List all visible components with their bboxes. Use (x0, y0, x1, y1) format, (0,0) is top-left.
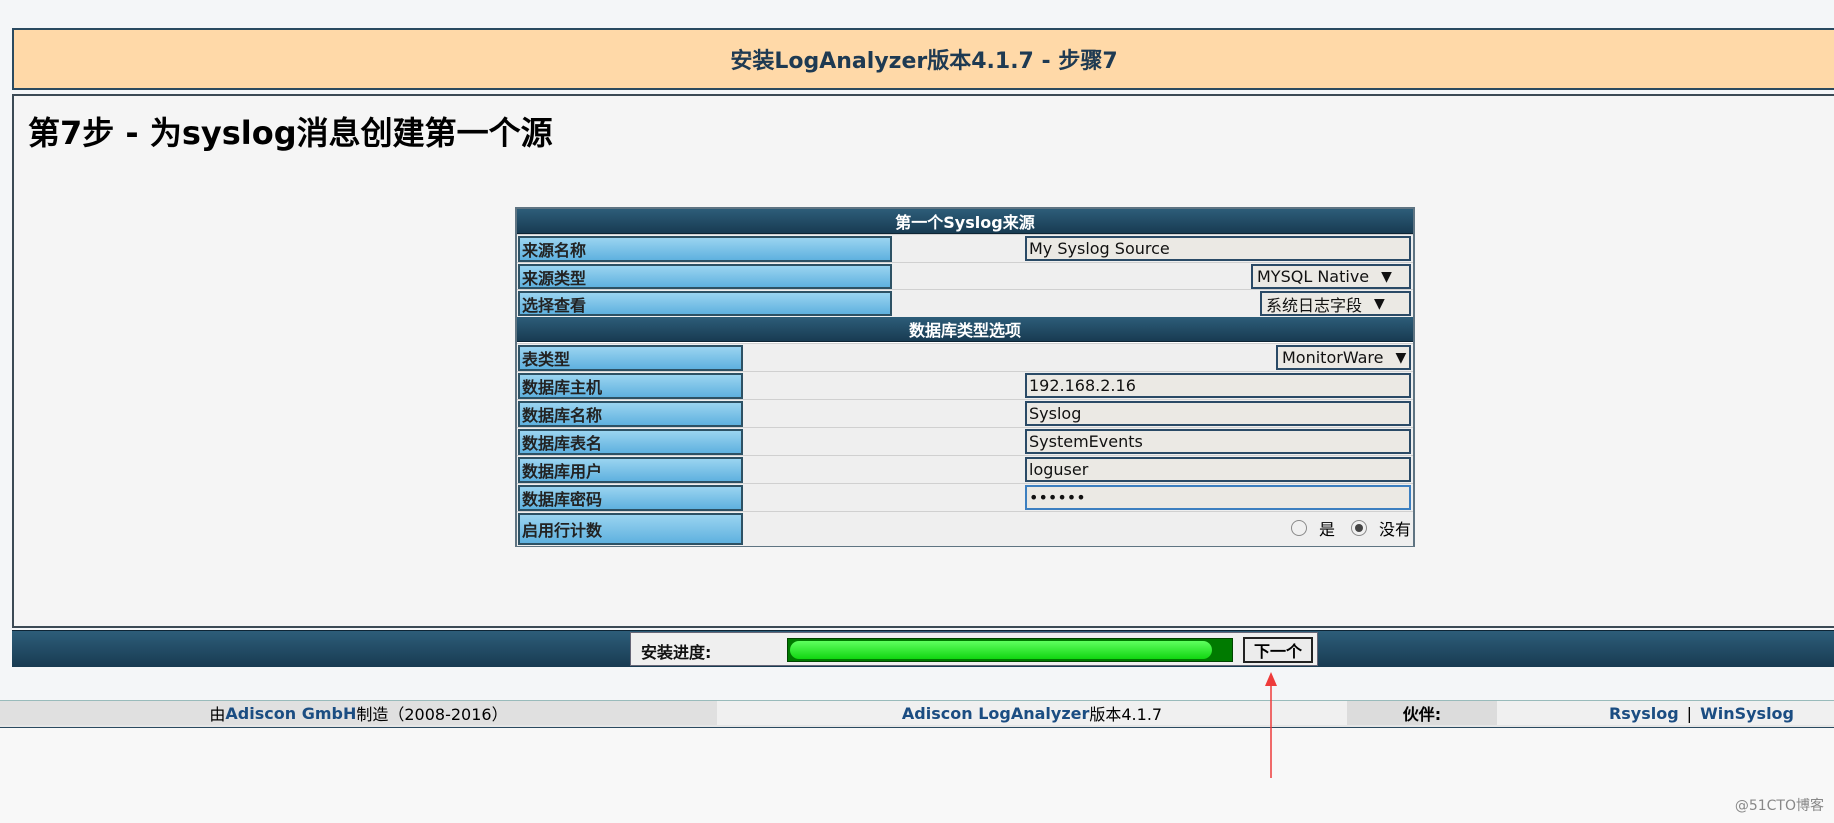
chevron-down-icon: ▼ (1374, 295, 1385, 312)
annotation-arrow-icon (1265, 672, 1277, 778)
label-db-table: 数据库表名 (518, 429, 743, 455)
row-table-type: 表类型 MonitorWare ▼ (517, 343, 1413, 372)
label-table-type: 表类型 (518, 345, 743, 371)
loganalyzer-link[interactable]: Adiscon LogAnalyzer (902, 704, 1089, 723)
section-header-source: 第一个Syslog来源 (517, 209, 1413, 234)
page-header: 安装LogAnalyzer版本4.1.7 - 步骤7 (12, 28, 1834, 90)
chevron-down-icon: ▼ (1395, 349, 1407, 366)
watermark: @51CTO博客 (1734, 798, 1824, 814)
footer-made-by: 由 Adiscon GmbH 制造（2008-2016） (0, 701, 717, 725)
source-type-select[interactable]: MYSQL Native ▼ (1251, 264, 1411, 289)
next-button[interactable]: 下一个 (1243, 637, 1313, 663)
progress-fill (790, 641, 1212, 659)
row-count-options: 是 没有 (1290, 516, 1411, 540)
footer-partners-label: 伙伴: (1347, 701, 1497, 725)
row-row-count: 启用行计数 是 没有 (517, 511, 1413, 546)
source-type-value: MYSQL Native (1257, 267, 1370, 286)
db-name-input[interactable]: Syslog (1025, 401, 1411, 426)
table-type-select[interactable]: MonitorWare ▼ (1276, 345, 1411, 370)
row-select-view: 选择查看 系统日志字段 ▼ (517, 289, 1413, 317)
progress-box: 安装进度: 下一个 (630, 632, 1318, 666)
label-select-view: 选择查看 (518, 291, 892, 316)
footer-made-by-suffix: 制造（2008-2016） (356, 705, 508, 724)
radio-no-label: 没有 (1378, 520, 1411, 539)
footer-product: Adiscon LogAnalyzer 版本4.1.7 (717, 701, 1347, 725)
footer-separator: | (1686, 703, 1693, 723)
label-db-host: 数据库主机 (518, 373, 743, 399)
db-table-input[interactable]: SystemEvents (1025, 429, 1411, 454)
row-db-host: 数据库主机 192.168.2.16 (517, 371, 1413, 400)
radio-yes-label: 是 (1318, 520, 1335, 539)
row-db-table: 数据库表名 SystemEvents (517, 427, 1413, 456)
label-db-user: 数据库用户 (518, 457, 743, 483)
label-row-count: 启用行计数 (518, 513, 743, 545)
winsyslog-link[interactable]: WinSyslog (1700, 704, 1794, 723)
source-name-input[interactable]: My Syslog Source (1025, 236, 1411, 261)
chevron-down-icon: ▼ (1381, 268, 1392, 285)
footer-version: 版本4.1.7 (1089, 705, 1163, 724)
section-header-db: 数据库类型选项 (517, 317, 1413, 342)
footer-made-by-prefix: 由 (209, 705, 226, 724)
db-password-input[interactable]: •••••• (1025, 485, 1411, 510)
row-db-name: 数据库名称 Syslog (517, 399, 1413, 428)
table-type-value: MonitorWare (1282, 348, 1384, 367)
source-form: 第一个Syslog来源 来源名称 My Syslog Source 来源类型 M… (515, 207, 1415, 547)
radio-no[interactable] (1350, 520, 1367, 536)
step-title: 第7步 - 为syslog消息创建第一个源 (28, 114, 553, 152)
progress-track (787, 638, 1233, 662)
rsyslog-link[interactable]: Rsyslog (1609, 704, 1679, 723)
label-source-type: 来源类型 (518, 264, 892, 289)
footer-partners: Rsyslog | WinSyslog (1497, 701, 1834, 725)
adiscon-link[interactable]: Adiscon GmbH (225, 704, 356, 723)
row-db-user: 数据库用户 loguser (517, 455, 1413, 484)
label-db-password: 数据库密码 (518, 485, 743, 511)
view-select[interactable]: 系统日志字段 ▼ (1260, 291, 1411, 316)
progress-label: 安装进度: (641, 643, 712, 662)
main-panel: 第7步 - 为syslog消息创建第一个源 第一个Syslog来源 来源名称 M… (12, 94, 1834, 628)
view-value: 系统日志字段 (1266, 295, 1363, 315)
row-source-type: 来源类型 MYSQL Native ▼ (517, 262, 1413, 290)
radio-yes[interactable] (1290, 520, 1307, 536)
page-header-title: 安装LogAnalyzer版本4.1.7 - 步骤7 (730, 49, 1118, 74)
db-host-input[interactable]: 192.168.2.16 (1025, 373, 1411, 398)
label-source-name: 来源名称 (518, 236, 892, 262)
db-user-input[interactable]: loguser (1025, 457, 1411, 482)
label-db-name: 数据库名称 (518, 401, 743, 427)
page-blank-area (0, 728, 1834, 823)
row-db-password: 数据库密码 •••••• (517, 483, 1413, 512)
progress-bar-strip: 安装进度: 下一个 (12, 630, 1834, 667)
footer: 由 Adiscon GmbH 制造（2008-2016） Adiscon Log… (0, 700, 1834, 729)
row-source-name: 来源名称 My Syslog Source (517, 234, 1413, 263)
